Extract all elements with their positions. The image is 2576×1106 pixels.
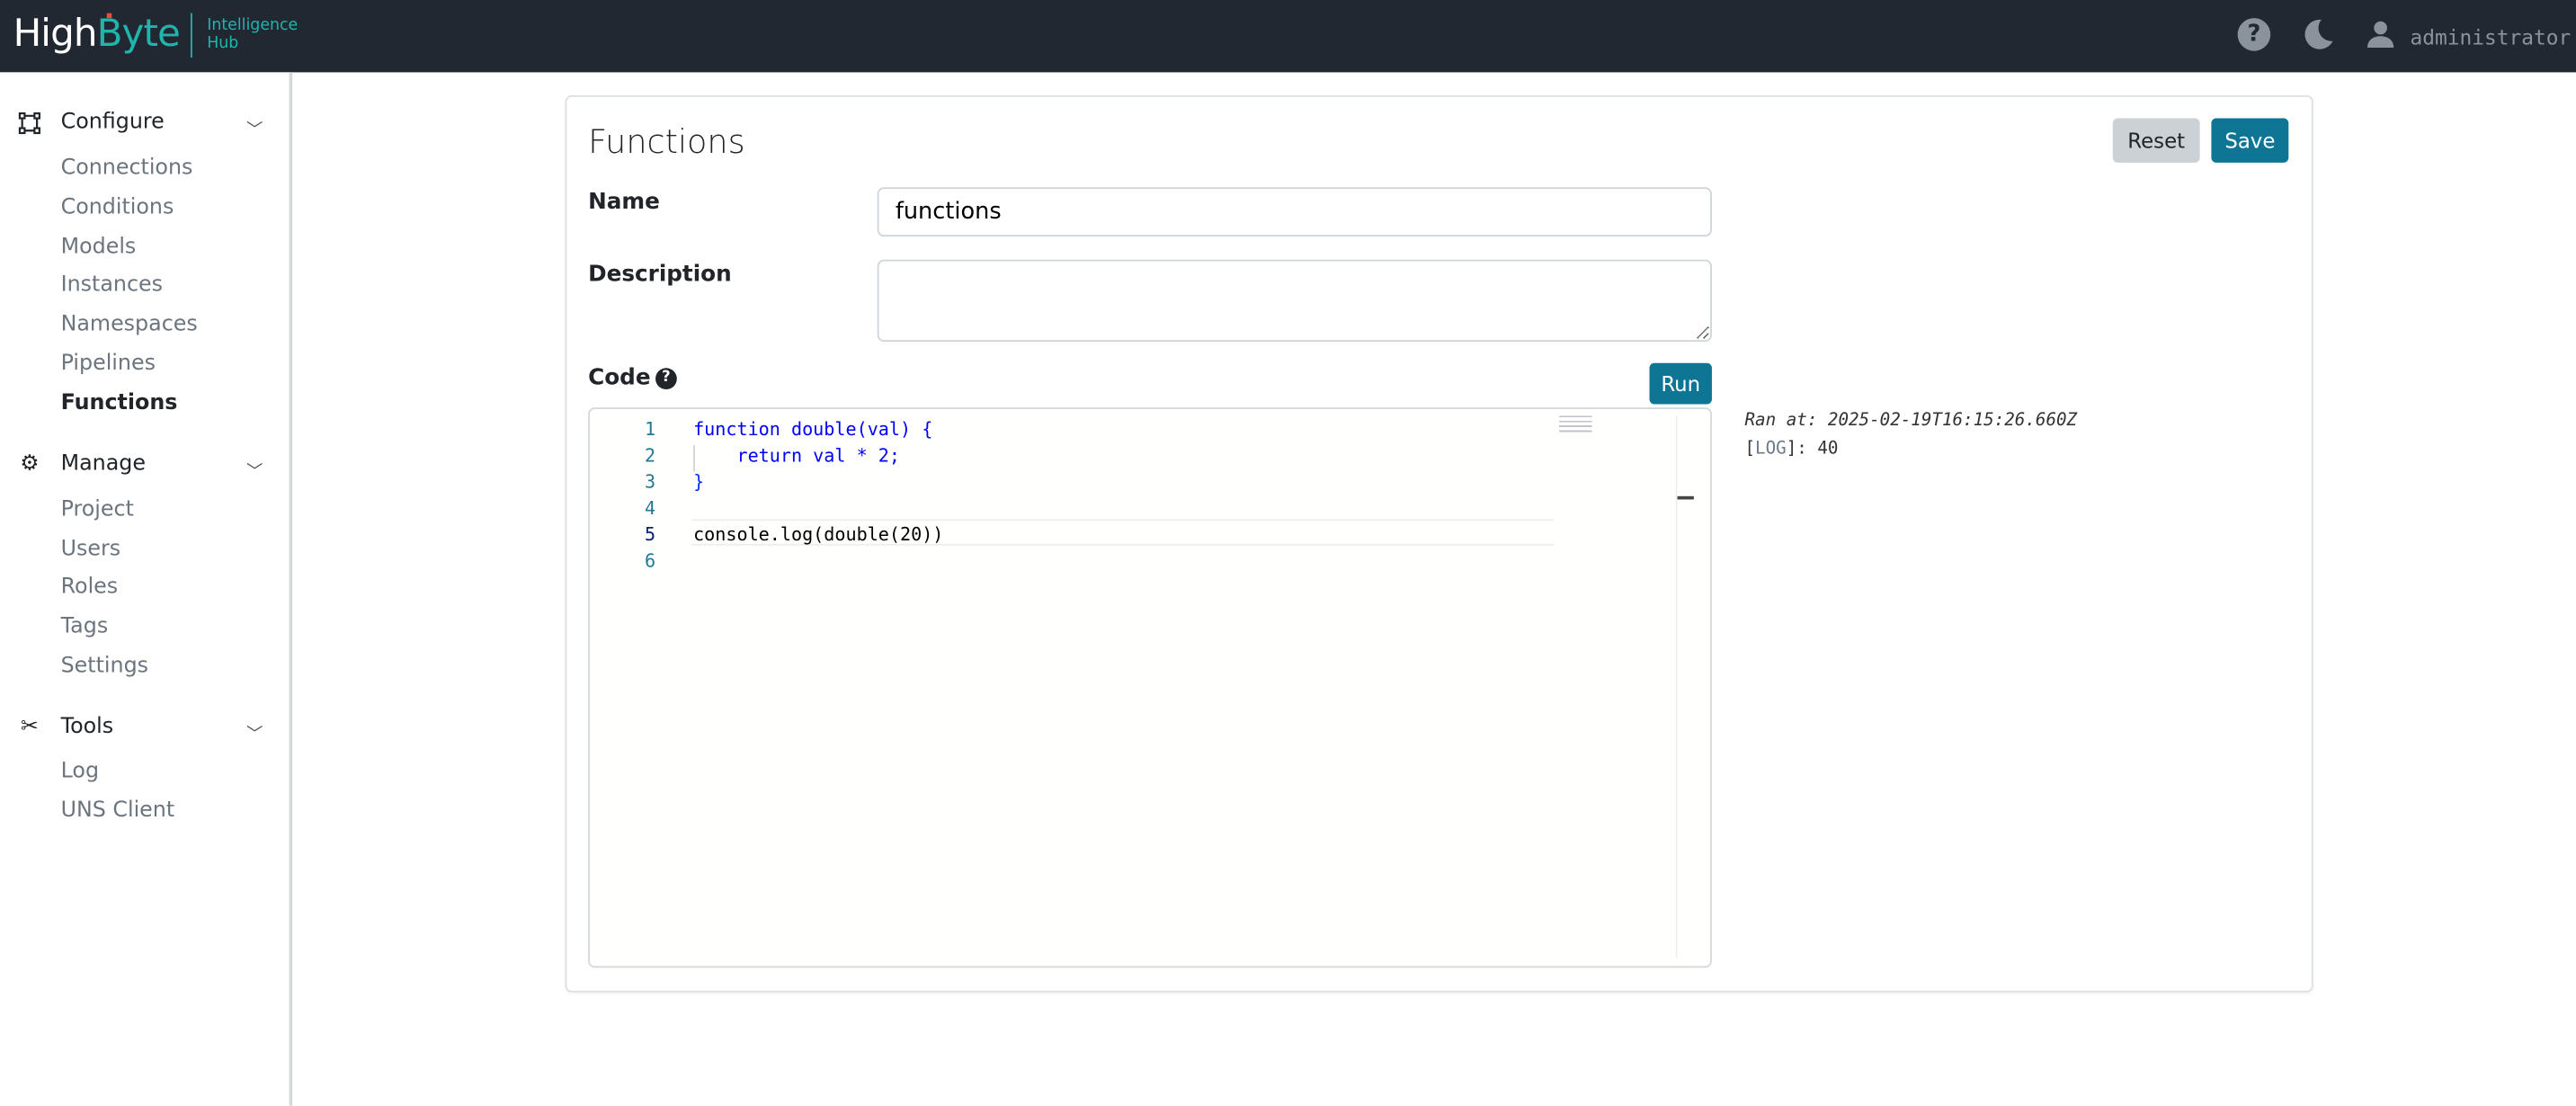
name-label: Name — [588, 189, 660, 216]
gear-icon: ⚙ — [20, 451, 40, 477]
sidebar-item-connections[interactable]: Connections — [61, 156, 193, 181]
reset-button[interactable]: Reset — [2112, 118, 2200, 163]
code-line[interactable]: console.log(double(20)) — [693, 524, 943, 546]
save-button[interactable]: Save — [2211, 118, 2289, 163]
line-number: 3 — [644, 471, 656, 494]
log-bracket: [ — [1744, 438, 1756, 459]
code-line[interactable]: } — [693, 471, 704, 493]
page-title: Functions — [588, 121, 745, 162]
log-tag: LOG — [1755, 438, 1787, 459]
sidebar-section-tools[interactable]: ✂ Tools — [16, 715, 113, 739]
sidebar-item-settings[interactable]: Settings — [61, 654, 148, 678]
sidebar-item-uns-client[interactable]: UNS Client — [61, 798, 175, 823]
moon-icon[interactable] — [2300, 16, 2336, 52]
line-number: 1 — [644, 418, 656, 441]
chevron-down-icon[interactable]: ﹀ — [246, 115, 263, 139]
sidebar-section-manage[interactable]: ⚙ Manage — [16, 451, 146, 476]
log-value: ]: 40 — [1786, 438, 1839, 459]
code-label: Code — [588, 364, 651, 391]
help-icon[interactable]: ? — [655, 368, 677, 390]
logo-subtitle: Intelligence Hub — [207, 16, 298, 52]
sidebar-section-configure[interactable]: Configure — [16, 110, 165, 135]
sidebar: Configure ﹀ Connections Conditions Model… — [0, 72, 293, 1106]
section-label: Tools — [60, 714, 114, 740]
sidebar-item-users[interactable]: Users — [61, 537, 121, 561]
user-icon[interactable] — [2367, 20, 2394, 49]
code-line[interactable]: return val * 2; — [693, 445, 900, 467]
minimap[interactable] — [1559, 415, 1592, 433]
logo-sub-2: Hub — [207, 34, 239, 53]
sidebar-item-models[interactable]: Models — [61, 235, 137, 259]
sidebar-item-roles[interactable]: Roles — [61, 575, 119, 600]
chevron-down-icon[interactable]: ﹀ — [246, 719, 263, 745]
sidebar-item-log[interactable]: Log — [61, 759, 99, 783]
question-circle-icon[interactable]: ? — [2237, 18, 2271, 51]
nodes-icon — [18, 111, 40, 134]
line-number: 6 — [644, 550, 656, 572]
sidebar-item-instances[interactable]: Instances — [61, 272, 163, 297]
chevron-down-icon[interactable]: ﹀ — [246, 457, 263, 481]
description-textarea[interactable] — [877, 259, 1712, 343]
sidebar-item-conditions[interactable]: Conditions — [61, 195, 174, 219]
username[interactable]: administrator — [2411, 24, 2572, 49]
run-timestamp: Ran at: 2025-02-19T16:15:26.660Z — [1744, 410, 2078, 431]
logo-divider — [190, 13, 192, 58]
sidebar-item-functions[interactable]: Functions — [61, 391, 178, 415]
section-label: Manage — [60, 451, 146, 477]
sidebar-item-namespaces[interactable]: Namespaces — [61, 312, 198, 336]
overview-ruler-cursor — [1677, 495, 1694, 500]
top-header: HighByte Intelligence Hub ? administrator — [0, 0, 2576, 73]
logo-sub-1: Intelligence — [207, 16, 299, 35]
code-editor[interactable]: 1 function double(val) { 2 return val * … — [588, 407, 1712, 968]
logo-byte: Byte — [96, 13, 181, 57]
code-line[interactable]: function double(val) { — [693, 419, 932, 441]
sidebar-item-pipelines[interactable]: Pipelines — [61, 352, 156, 376]
description-label: Description — [588, 261, 732, 288]
line-number: 5 — [644, 523, 656, 546]
sidebar-item-project[interactable]: Project — [61, 498, 134, 522]
tools-icon: ✂ — [20, 714, 39, 740]
log-output: [LOG]: 40 — [1744, 439, 1838, 459]
run-button[interactable]: Run — [1649, 362, 1712, 405]
line-number: 4 — [644, 497, 656, 520]
logo-dot — [106, 13, 112, 19]
section-label: Configure — [60, 110, 165, 135]
sidebar-item-tags[interactable]: Tags — [61, 614, 109, 638]
line-number: 2 — [644, 445, 656, 467]
logo-high: High — [13, 13, 98, 57]
logo[interactable]: HighByte — [13, 13, 181, 57]
name-input[interactable] — [877, 187, 1712, 237]
